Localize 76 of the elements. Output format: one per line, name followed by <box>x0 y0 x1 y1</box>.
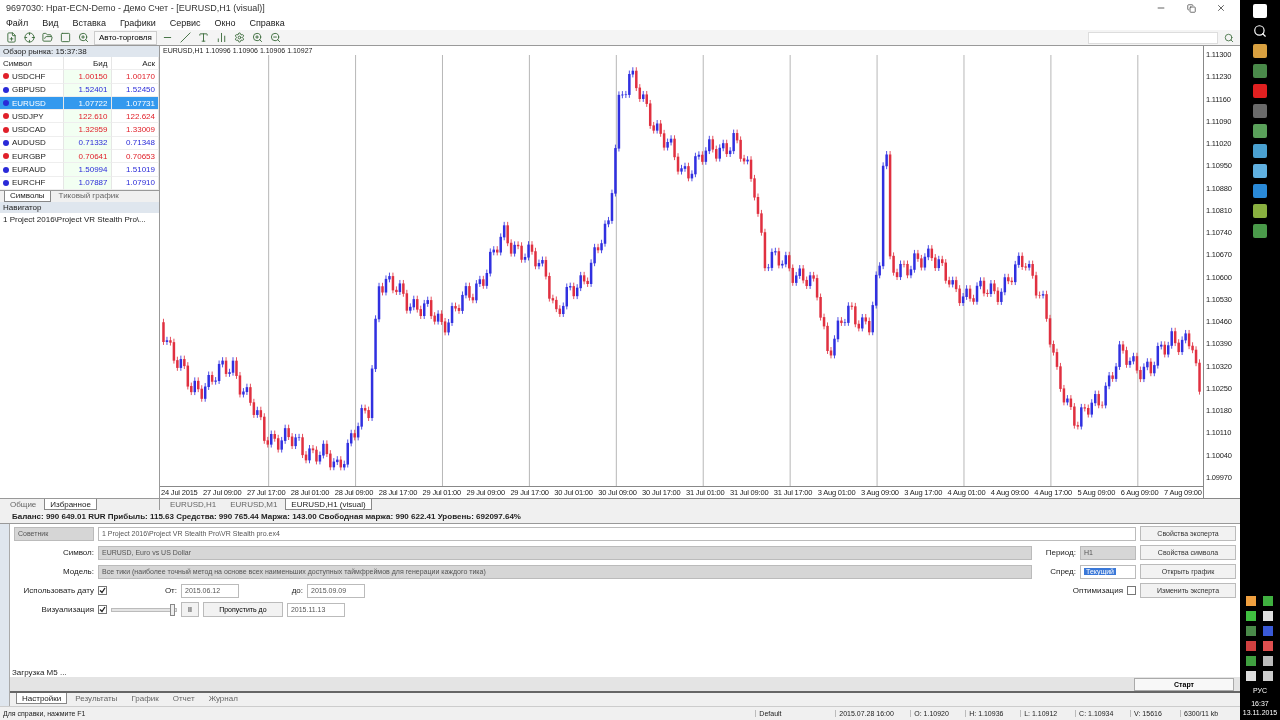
panel-tab[interactable]: Общие <box>4 499 43 510</box>
menu-item[interactable]: Вставка <box>72 18 106 28</box>
tester-tab[interactable]: Настройки <box>16 693 68 704</box>
window-icon[interactable] <box>59 32 71 43</box>
tray-icon[interactable] <box>1245 611 1256 621</box>
tester-tab[interactable]: Журнал <box>202 693 244 704</box>
menu-item[interactable]: Окно <box>214 18 236 28</box>
chart-tab[interactable]: EURUSD,H1 <box>164 499 223 510</box>
symbol-cell[interactable]: USDJPY <box>0 110 64 124</box>
field-label: Спред: <box>1049 567 1076 576</box>
bid-cell: 1.00150 <box>64 70 112 84</box>
tray-icon[interactable] <box>1245 656 1256 666</box>
ask-cell: 1.51019 <box>111 163 159 177</box>
symbol-cell[interactable]: USDCAD <box>0 123 64 137</box>
bar-chart-icon[interactable] <box>216 32 228 43</box>
tester-tab[interactable]: Результаты <box>69 693 124 704</box>
symbol-cell[interactable]: EURGBP <box>0 150 64 164</box>
text-icon[interactable] <box>198 32 210 43</box>
ask-cell: 122.624 <box>111 110 159 124</box>
bid-cell: 1.32959 <box>64 123 112 137</box>
chart-tab[interactable]: EURUSD,M1 <box>224 499 284 510</box>
window-title: 9697030: Нрат-ECN-Demo - Демо Счет - [EURUSD,H1 (visual)] <box>6 3 266 13</box>
optimization-checkbox[interactable] <box>1127 586 1136 595</box>
symbol-cell[interactable]: USDCHF <box>0 70 64 84</box>
navigator-item[interactable]: 1 Project 2016\Project VR Stealth Pro\... <box>0 212 159 226</box>
field-label: Оптимизация <box>1071 586 1123 595</box>
bid-cell: 122.610 <box>64 110 112 124</box>
ask-cell: 1.33009 <box>111 123 159 137</box>
panel-tab[interactable]: Тиковый график <box>52 190 125 202</box>
search-icon[interactable] <box>1253 24 1267 38</box>
field-label: Визуализация <box>40 605 94 614</box>
field-label: Период: <box>1044 548 1076 557</box>
folder-icon[interactable] <box>41 32 53 43</box>
tray-icon[interactable] <box>1262 671 1273 681</box>
visualization-checkbox[interactable] <box>98 605 107 614</box>
zoom-out-icon[interactable] <box>270 32 282 43</box>
panel-tab[interactable]: Символы <box>4 190 51 202</box>
column-header: Бид <box>64 57 112 71</box>
tray-icon[interactable] <box>1262 596 1273 606</box>
field-label: Использовать дату <box>22 586 94 595</box>
slider-thumb[interactable] <box>169 603 175 616</box>
trendline-icon[interactable] <box>180 32 192 43</box>
crosshair-icon[interactable] <box>23 32 35 43</box>
field-label: до: <box>290 586 303 595</box>
menu-item[interactable]: Графики <box>119 18 156 28</box>
tester-tab[interactable]: Отчет <box>166 693 201 704</box>
menu-item[interactable]: Файл <box>6 18 29 28</box>
column-header: Символ <box>0 57 64 71</box>
symbol-cell[interactable]: EURAUD <box>0 163 64 177</box>
bid-cell: 0.70641 <box>64 150 112 164</box>
panel-title: Навигатор <box>0 201 159 213</box>
menu-item[interactable]: Сервис <box>169 18 201 28</box>
field-label: От: <box>163 586 177 595</box>
ask-cell: 1.00170 <box>111 70 159 84</box>
tester-tab[interactable]: График <box>125 693 165 704</box>
restore-icon[interactable] <box>1186 3 1196 13</box>
new-chart-icon[interactable] <box>5 32 17 43</box>
account-summary: Баланс: 990 649.01 RUR Прибыль: 115.63 Средства: 990 765.44 Маржа: 143.00 Свободная маржа: 990 622.41 Уровень: 692097.64% <box>12 512 521 521</box>
panel-title: Обзор рынка: 15:37:38 <box>0 46 159 57</box>
column-header: Аск <box>111 57 159 71</box>
tray-icon[interactable] <box>1245 596 1256 606</box>
search-field[interactable] <box>1088 31 1218 44</box>
tray-icon[interactable] <box>1262 656 1273 666</box>
use-date-checkbox[interactable] <box>98 586 107 595</box>
field-label: Символ: <box>61 548 94 557</box>
field-label: Модель: <box>62 567 94 576</box>
autotrade-button[interactable]: Авто-торговля <box>94 30 157 45</box>
bid-cell: 1.50994 <box>64 163 112 177</box>
loading-text: Загрузка M5 ... <box>11 668 68 677</box>
tray-icon[interactable] <box>1245 671 1256 681</box>
menu-item[interactable]: Вид <box>42 18 59 28</box>
menu-item[interactable]: Справка <box>249 18 285 28</box>
zoom-in-icon[interactable] <box>252 32 264 43</box>
tray-icon[interactable] <box>1262 611 1273 621</box>
close-icon[interactable] <box>1216 3 1226 13</box>
ask-cell: 0.70653 <box>111 150 159 164</box>
